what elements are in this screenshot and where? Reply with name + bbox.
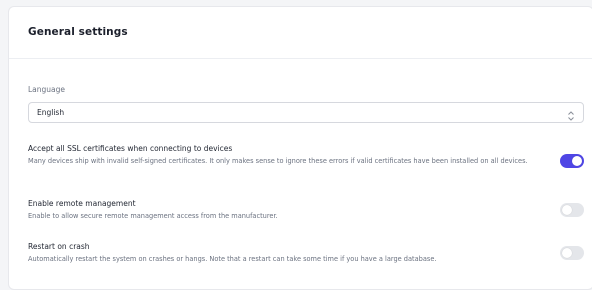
remote-management-toggle[interactable] — [560, 203, 584, 217]
language-select-value: English — [37, 108, 65, 117]
setting-description: Many devices ship with invalid self-sign… — [28, 157, 528, 165]
card-header: General settings — [9, 7, 592, 59]
language-select[interactable]: English — [28, 102, 584, 123]
general-settings-card: General settings Language English Accept… — [8, 6, 592, 290]
setting-accept-ssl: Accept all SSL certificates when connect… — [28, 144, 588, 168]
chevron-up-down-icon — [567, 107, 575, 121]
toggle-knob — [562, 205, 572, 215]
setting-remote-management: Enable remote management Enable to allow… — [28, 199, 588, 222]
setting-description: Enable to allow secure remote management… — [28, 212, 278, 220]
toggle-knob — [572, 156, 582, 166]
setting-description: Automatically restart the system on cras… — [28, 255, 437, 263]
setting-restart-on-crash: Restart on crash Automatically restart t… — [28, 242, 588, 265]
toggle-knob — [562, 248, 572, 258]
language-label: Language — [28, 85, 66, 94]
restart-on-crash-toggle[interactable] — [560, 246, 584, 260]
setting-title: Accept all SSL certificates when connect… — [28, 144, 233, 153]
card-title: General settings — [28, 26, 128, 38]
setting-title: Restart on crash — [28, 242, 90, 251]
setting-title: Enable remote management — [28, 199, 136, 208]
ssl-toggle[interactable] — [560, 154, 584, 168]
